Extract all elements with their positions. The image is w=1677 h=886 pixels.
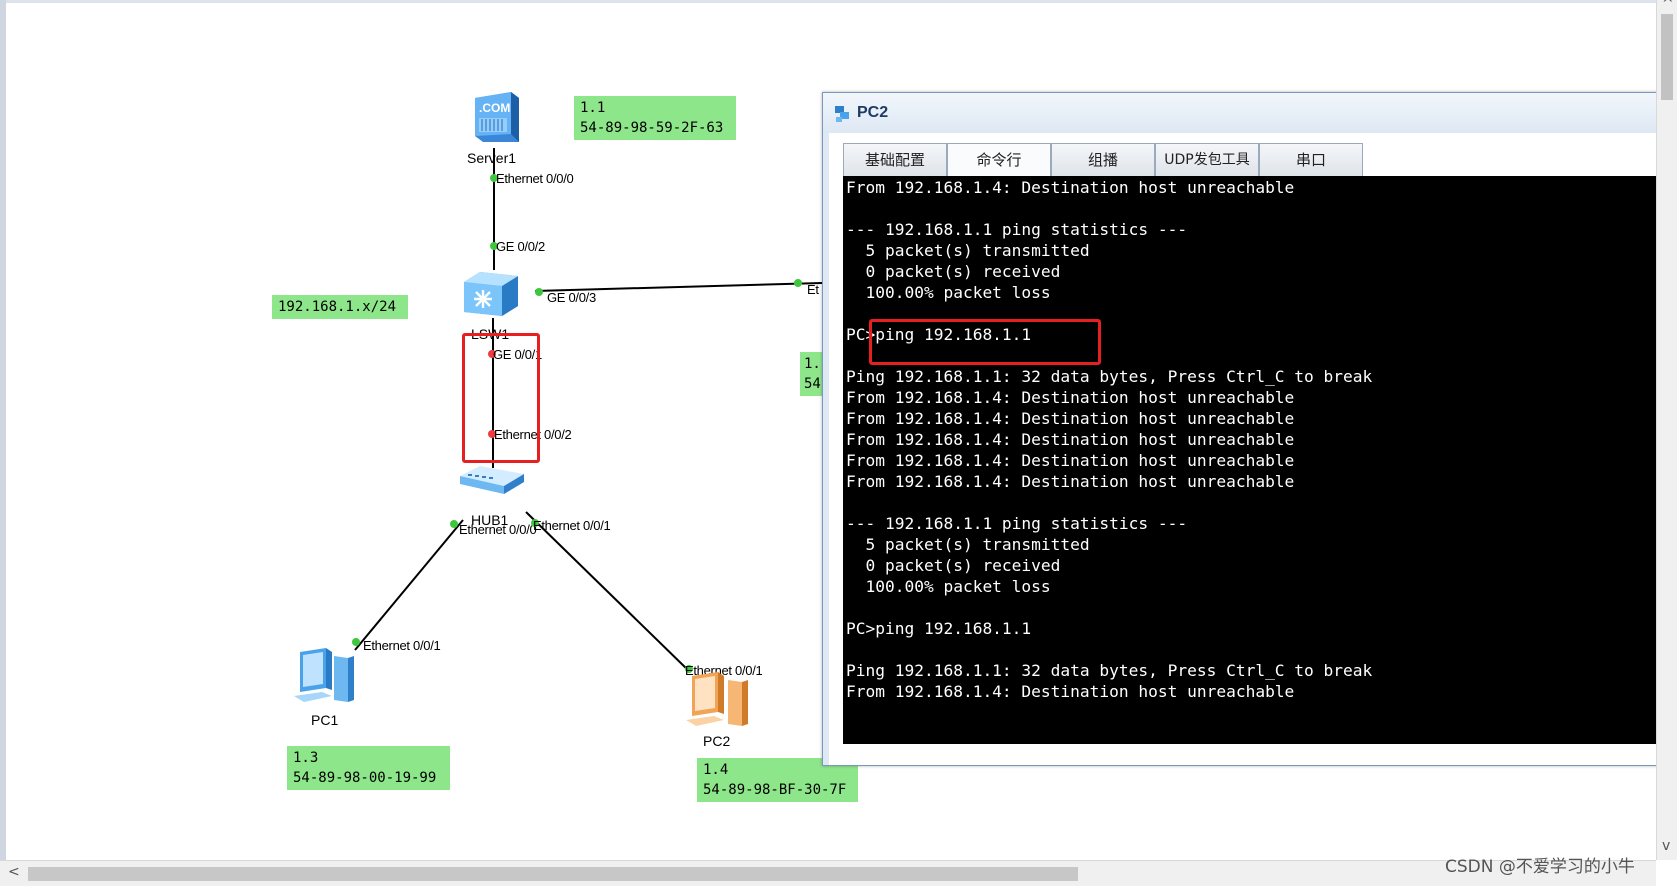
server-port-label: Ethernet 0/0/0 — [496, 171, 574, 186]
pc1-port-label: Ethernet 0/0/1 — [363, 638, 441, 653]
scroll-left-arrow[interactable]: < — [8, 864, 20, 880]
terminal-line: From 192.168.1.4: Destination host unrea… — [846, 388, 1295, 407]
terminal-line: Ping 192.168.1.1: 32 data bytes, Press C… — [846, 367, 1373, 386]
tab-basic-config[interactable]: 基础配置 — [843, 143, 947, 176]
pc1-label: PC1 — [311, 712, 339, 728]
highlight-box-command — [869, 319, 1101, 365]
tab-serial[interactable]: 串口 — [1259, 143, 1363, 176]
lsw-ge003-dot — [535, 288, 543, 296]
right-port-dot — [794, 279, 802, 287]
pc2-mac: 54-89-98-BF-30-7F — [703, 782, 847, 798]
hub-icon[interactable] — [458, 462, 526, 498]
terminal-line: From 192.168.1.4: Destination host unrea… — [846, 178, 1295, 197]
pc2-ip: 1.4 — [703, 762, 729, 778]
pc1-icon[interactable] — [292, 646, 360, 708]
hidden-note-mac: 54 — [804, 376, 821, 392]
tab-udp-tool[interactable]: UDP发包工具 — [1155, 143, 1259, 176]
pc-window-icon — [835, 106, 849, 122]
terminal-line: From 192.168.1.4: Destination host unrea… — [846, 430, 1295, 449]
terminal-line: --- 192.168.1.1 ping statistics --- — [846, 514, 1188, 533]
server-icon-text: .COM — [479, 101, 510, 115]
right-port-label: Et — [807, 282, 819, 297]
pc2-icon[interactable] — [682, 670, 754, 732]
lsw-ge002-label: GE 0/0/2 — [496, 239, 545, 254]
server-ip: 1.1 — [580, 100, 606, 116]
server-icon[interactable]: .COM — [471, 88, 521, 144]
lsw-ge003-label: GE 0/0/3 — [547, 290, 596, 305]
watermark: CSDN @不爱学习的小牛 — [1445, 857, 1635, 877]
terminal-line: From 192.168.1.4: Destination host unrea… — [846, 451, 1295, 470]
server-note[interactable]: 1.1 54-89-98-59-2F-63 — [574, 96, 736, 140]
tab-multicast[interactable]: 组播 — [1051, 143, 1155, 176]
hub-eth001-label: Ethernet 0/0/1 — [533, 518, 611, 533]
terminal-line: From 192.168.1.4: Destination host unrea… — [846, 409, 1295, 428]
pc1-mac: 54-89-98-00-19-99 — [293, 770, 437, 786]
pc1-ip: 1.3 — [293, 750, 319, 766]
horizontal-scroll-thumb[interactable] — [28, 867, 1078, 881]
vertical-scrollbar[interactable]: ^ v — [1656, 0, 1677, 860]
horizontal-scrollbar[interactable]: < — [0, 860, 1656, 886]
terminal-output[interactable]: From 192.168.1.4: Destination host unrea… — [843, 176, 1677, 744]
terminal-line: 5 packet(s) transmitted — [846, 535, 1090, 554]
scroll-up-arrow[interactable]: ^ — [1662, 0, 1674, 12]
hub-eth000-label: Ethernet 0/0/0 — [459, 522, 537, 537]
switch-icon[interactable] — [462, 268, 520, 318]
terminal-line: From 192.168.1.4: Destination host unrea… — [846, 472, 1295, 491]
window-title: PC2 — [857, 104, 889, 121]
tab-command-line[interactable]: 命令行 — [947, 143, 1051, 176]
pc1-note[interactable]: 1.3 54-89-98-00-19-99 — [287, 746, 450, 790]
highlight-box-link — [462, 333, 540, 463]
link-hub-pc2 — [525, 511, 691, 673]
terminal-line: 0 packet(s) received — [846, 262, 1061, 281]
terminal-line: 100.00% packet loss — [846, 283, 1051, 302]
server1-label: Server1 — [467, 150, 517, 166]
terminal-line: 0 packet(s) received — [846, 556, 1061, 575]
terminal-line: Ping 192.168.1.1: 32 data bytes, Press C… — [846, 661, 1373, 680]
server-mac: 54-89-98-59-2F-63 — [580, 120, 724, 136]
hub-eth000-dot — [450, 520, 458, 528]
pc2-label: PC2 — [703, 733, 731, 749]
terminal-line: 100.00% packet loss — [846, 577, 1051, 596]
terminal-line: --- 192.168.1.1 ping statistics --- — [846, 220, 1188, 239]
vertical-scroll-thumb[interactable] — [1661, 14, 1673, 100]
terminal-line: PC>ping 192.168.1.1 — [846, 619, 1032, 638]
pc2-window[interactable]: PC2 基础配置 命令行 组播 UDP发包工具 串口 From 192.168.… — [822, 92, 1677, 766]
link-hub-pc1 — [354, 519, 464, 651]
subnet-note[interactable]: 192.168.1.x/24 — [272, 295, 408, 319]
hidden-note-ip: 1. — [804, 356, 821, 372]
scroll-down-arrow[interactable]: v — [1662, 838, 1670, 854]
pc1-port-dot — [352, 638, 360, 646]
window-titlebar[interactable]: PC2 — [823, 93, 1677, 133]
terminal-line: From 192.168.1.4: Destination host unrea… — [846, 682, 1295, 701]
terminal-line: 5 packet(s) transmitted — [846, 241, 1090, 260]
